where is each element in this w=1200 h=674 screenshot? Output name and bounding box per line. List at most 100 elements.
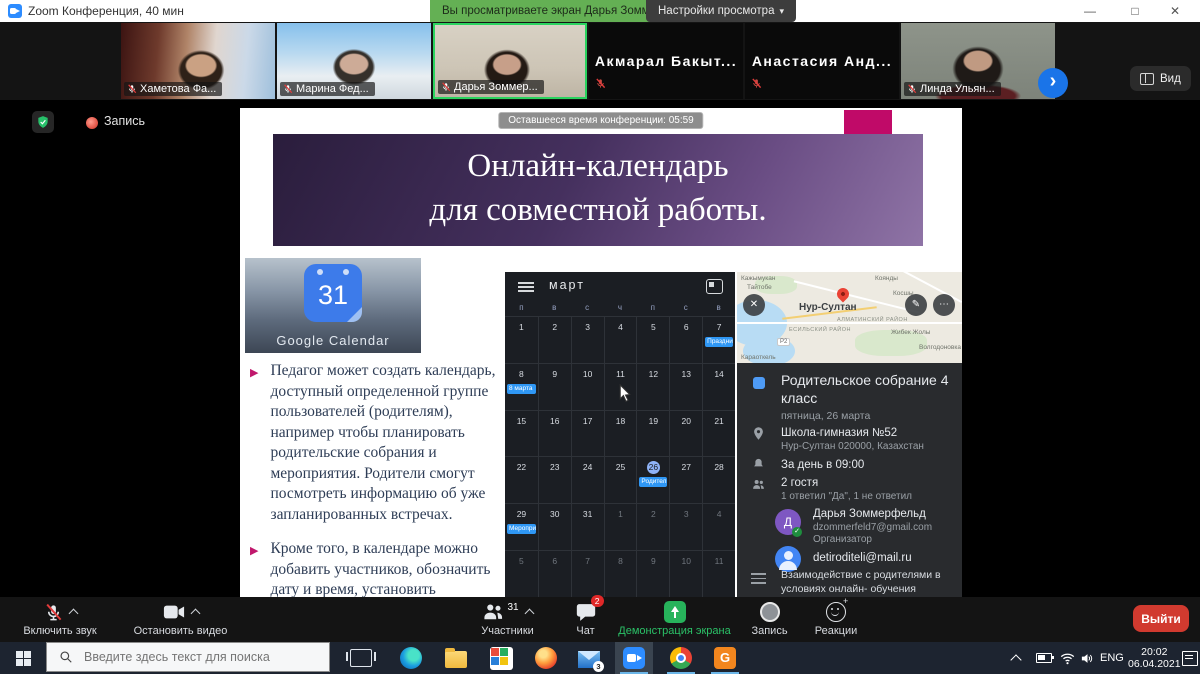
calendar-day-cell[interactable]: 14 [702,363,735,410]
calendar-day-cell[interactable]: 19 [636,410,669,457]
calendar-day-cell[interactable]: 16 [538,410,571,457]
calendar-day-cell[interactable]: 28 [702,456,735,503]
participant-tile[interactable]: Хаметова Фа... [121,23,275,99]
calendar-day-cell[interactable]: 7 [571,550,604,597]
calendar-day-cell[interactable]: 10 [571,363,604,410]
next-participants-button[interactable]: › [1038,68,1068,98]
participant-tile[interactable]: Марина Фед... [277,23,431,99]
calendar-day-cell[interactable]: 9 [538,363,571,410]
reactions-button[interactable]: + Реакции [805,600,867,637]
calendar-day-cell[interactable]: 26Родительское [636,456,669,503]
calendar-event-chip[interactable]: Мероприятие [507,524,536,534]
calendar-day-cell[interactable]: 18 [604,410,637,457]
calendar-event-chip[interactable]: 8 марта [507,384,536,394]
menu-icon[interactable] [518,282,534,292]
stop-video-button[interactable]: Остановить видео [118,600,243,637]
calendar-event-chip[interactable]: Праздник [705,337,733,347]
calendar-day-cell[interactable]: 31 [571,503,604,550]
task-view-button[interactable] [342,642,380,674]
calendar-day-cell[interactable]: 13 [669,363,702,410]
calendar-day-cell[interactable]: 23 [538,456,571,503]
close-button[interactable]: ✕ [1160,0,1190,22]
participant-tile[interactable]: Линда Ульян... [901,23,1055,99]
calendar-day-cell[interactable]: 8 [604,550,637,597]
more-options-icon[interactable]: ⋯ [933,294,955,316]
battery-tray-icon[interactable] [1036,642,1052,674]
zoom-taskbar-icon[interactable] [615,642,653,674]
participants-options-chevron[interactable] [524,609,534,619]
edge-taskbar-icon[interactable] [392,642,430,674]
calendar-day-cell[interactable]: 17 [571,410,604,457]
calendar-day-cell[interactable]: 25 [604,456,637,503]
share-screen-button[interactable]: Демонстрация экрана [612,600,737,637]
calendar-day-cell[interactable]: 3 [669,503,702,550]
calendar-day-cell[interactable]: 4 [702,503,735,550]
view-layout-button[interactable]: Вид [1130,66,1191,91]
calendar-day-cell[interactable]: 3 [571,316,604,363]
chat-button[interactable]: 2 Чат [558,600,613,637]
calendar-day-cell[interactable]: 2 [636,503,669,550]
clock-tray[interactable]: 20:0206.04.2021 [1128,642,1181,674]
video-options-chevron[interactable] [190,609,200,619]
calendar-day-cell[interactable]: 5 [636,316,669,363]
calendar-today-icon[interactable] [706,279,723,294]
firefox-taskbar-icon[interactable] [527,642,565,674]
mail-taskbar-icon[interactable]: 3 [570,642,608,674]
recording-label: Запись [104,114,145,128]
edit-pencil-icon[interactable]: ✎ [905,294,927,316]
calendar-day-cell[interactable]: 11 [702,550,735,597]
calendar-day-cell[interactable]: 7Праздник [702,316,735,363]
calendar-day-cell[interactable]: 1 [604,503,637,550]
chrome-taskbar-icon[interactable] [662,642,700,674]
view-settings-dropdown[interactable]: Настройки просмотра▾ [646,0,796,22]
language-indicator[interactable]: ENG [1100,642,1124,674]
tray-expand-button[interactable] [1012,642,1020,674]
mic-options-chevron[interactable] [68,609,78,619]
file-explorer-taskbar-icon[interactable] [437,642,475,674]
calendar-day-cell[interactable]: 1 [505,316,538,363]
calendar-day-cell[interactable]: 10 [669,550,702,597]
ms-store-taskbar-icon[interactable] [482,642,520,674]
window-title: Zoom Конференция, 40 мин [28,0,184,22]
close-icon[interactable]: ✕ [743,294,765,316]
g-app-taskbar-icon[interactable]: G [706,642,744,674]
participant-tile[interactable]: Анастасия Анд... [745,23,899,99]
calendar-day-cell[interactable]: 15 [505,410,538,457]
search-input[interactable] [82,649,316,665]
volume-tray-icon[interactable] [1080,642,1095,674]
calendar-day-cell[interactable]: 6 [669,316,702,363]
calendar-day-cell[interactable]: 5 [505,550,538,597]
calendar-day-cell[interactable]: 21 [702,410,735,457]
calendar-day-cell[interactable]: 27 [669,456,702,503]
wifi-tray-icon[interactable] [1060,642,1075,674]
calendar-day-cell[interactable]: 2 [538,316,571,363]
calendar-day-number: 21 [714,416,723,426]
calendar-day-cell[interactable]: 29Мероприятие [505,503,538,550]
calendar-day-cell[interactable]: 12 [636,363,669,410]
unmute-button[interactable]: Включить звук [10,600,110,637]
event-location-map[interactable]: Коянды Косшы Кажымукан Тайтобе Жибек Жол… [737,272,962,363]
window-titlebar: Zoom Конференция, 40 мин Вы просматривае… [0,0,1200,22]
calendar-event-chip[interactable]: Родительское [639,477,667,487]
map-label: Кажымукан [741,275,775,282]
minimize-button[interactable]: — [1075,0,1105,22]
record-button[interactable]: Запись [742,600,797,637]
google-calendar-caption: Google Calendar [245,333,421,348]
calendar-day-cell[interactable]: 20 [669,410,702,457]
leave-meeting-button[interactable]: Выйти [1133,605,1189,632]
calendar-day-cell[interactable]: 24 [571,456,604,503]
restore-button[interactable]: □ [1120,0,1150,22]
start-button[interactable] [0,642,46,674]
calendar-day-cell[interactable]: 88 марта [505,363,538,410]
calendar-day-cell[interactable]: 6 [538,550,571,597]
calendar-day-number: 22 [517,462,526,472]
participant-tile-active-speaker[interactable]: Дарья Зоммер... [433,23,587,99]
calendar-day-cell[interactable]: 9 [636,550,669,597]
calendar-day-cell[interactable]: 22 [505,456,538,503]
action-center-button[interactable] [1182,642,1198,674]
participants-button[interactable]: 31 Участники [455,600,560,637]
participant-tile[interactable]: Акмарал Бакыт... [589,23,743,99]
calendar-day-cell[interactable]: 4 [604,316,637,363]
taskbar-search[interactable] [46,642,330,672]
calendar-day-cell[interactable]: 30 [538,503,571,550]
